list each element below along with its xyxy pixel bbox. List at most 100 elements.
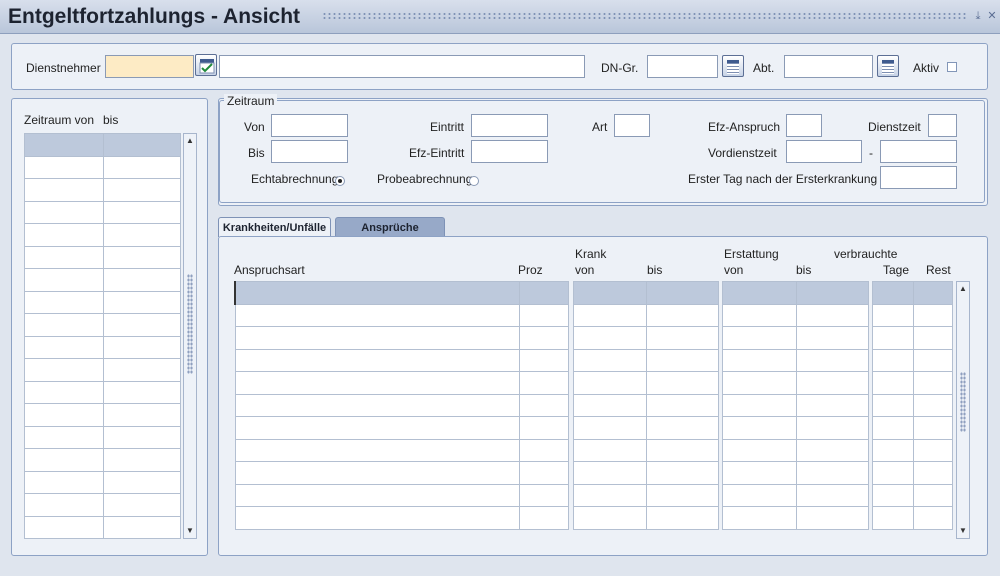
efz-anspruch-input[interactable] bbox=[786, 114, 822, 137]
table-row[interactable] bbox=[722, 393, 869, 417]
table-row[interactable] bbox=[573, 416, 719, 440]
table-row[interactable] bbox=[573, 393, 719, 417]
minimize-icon[interactable]: ⤓ bbox=[972, 10, 984, 22]
vordienstzeit-label: Vordienstzeit bbox=[708, 146, 777, 160]
table-row[interactable] bbox=[234, 348, 569, 372]
efz-eintritt-input[interactable] bbox=[471, 140, 548, 163]
table-row[interactable] bbox=[24, 223, 181, 247]
table-row[interactable] bbox=[573, 371, 719, 395]
table-row[interactable] bbox=[24, 470, 181, 494]
table-row[interactable] bbox=[573, 348, 719, 372]
table-row[interactable] bbox=[722, 303, 869, 327]
active-checkbox[interactable] bbox=[947, 62, 957, 72]
employee-id-input[interactable] bbox=[105, 55, 194, 78]
table-row[interactable] bbox=[24, 133, 181, 157]
table-row[interactable] bbox=[234, 393, 569, 417]
table-row[interactable] bbox=[722, 438, 869, 462]
table-row[interactable] bbox=[722, 483, 869, 507]
table-row[interactable] bbox=[24, 313, 181, 337]
table-row[interactable] bbox=[573, 326, 719, 350]
scroll-up-icon[interactable]: ▲ bbox=[957, 283, 969, 295]
table-row[interactable] bbox=[872, 326, 953, 350]
rest-header: Rest bbox=[926, 263, 951, 277]
table-row[interactable] bbox=[24, 448, 181, 472]
scrollbar-grip[interactable] bbox=[960, 372, 966, 432]
art-input[interactable] bbox=[614, 114, 650, 137]
table-row[interactable] bbox=[24, 403, 181, 427]
echtabrechnung-radio[interactable] bbox=[335, 176, 345, 186]
employee-name-input[interactable] bbox=[219, 55, 585, 78]
table-row[interactable] bbox=[24, 380, 181, 404]
period-legend: Zeitraum bbox=[224, 94, 278, 108]
employee-lookup-button[interactable] bbox=[195, 54, 217, 76]
vordienstzeit-to-input[interactable] bbox=[880, 140, 957, 163]
probeabrechnung-radio[interactable] bbox=[469, 176, 479, 186]
von-input[interactable] bbox=[271, 114, 348, 137]
table-row[interactable] bbox=[234, 416, 569, 440]
table-row[interactable] bbox=[573, 506, 719, 530]
period-list-scrollbar[interactable]: ▲ ▼ bbox=[183, 133, 197, 539]
eintritt-input[interactable] bbox=[471, 114, 548, 137]
table-row[interactable] bbox=[573, 461, 719, 485]
dn-group-input[interactable] bbox=[647, 55, 718, 78]
dn-group-calendar-icon[interactable] bbox=[722, 55, 744, 77]
table-row[interactable] bbox=[234, 281, 569, 305]
table-row[interactable] bbox=[573, 483, 719, 507]
table-row[interactable] bbox=[234, 461, 569, 485]
table-row[interactable] bbox=[24, 178, 181, 202]
table-row[interactable] bbox=[234, 371, 569, 395]
table-row[interactable] bbox=[722, 506, 869, 530]
dept-calendar-icon[interactable] bbox=[877, 55, 899, 77]
table-row[interactable] bbox=[722, 348, 869, 372]
table-row[interactable] bbox=[872, 348, 953, 372]
table-row[interactable] bbox=[872, 506, 953, 530]
scroll-down-icon[interactable]: ▼ bbox=[957, 525, 969, 537]
table-row[interactable] bbox=[872, 281, 953, 305]
table-row[interactable] bbox=[872, 438, 953, 462]
tab-ansprueche[interactable]: Ansprüche bbox=[335, 217, 445, 237]
table-row[interactable] bbox=[872, 483, 953, 507]
table-row[interactable] bbox=[573, 438, 719, 462]
table-row[interactable] bbox=[722, 281, 869, 305]
close-icon[interactable]: ✕ bbox=[986, 10, 998, 22]
table-row[interactable] bbox=[722, 416, 869, 440]
dept-input[interactable] bbox=[784, 55, 873, 78]
bis-label: Bis bbox=[248, 146, 265, 160]
table-row[interactable] bbox=[573, 303, 719, 327]
scroll-down-icon[interactable]: ▼ bbox=[184, 525, 196, 537]
vordienstzeit-from-input[interactable] bbox=[786, 140, 862, 163]
table-row[interactable] bbox=[24, 493, 181, 517]
table-row[interactable] bbox=[234, 438, 569, 462]
dienstzeit-input[interactable] bbox=[928, 114, 957, 137]
scrollbar-grip[interactable] bbox=[187, 274, 193, 374]
table-row[interactable] bbox=[872, 461, 953, 485]
table-row[interactable] bbox=[234, 326, 569, 350]
table-row[interactable] bbox=[234, 506, 569, 530]
table-row[interactable] bbox=[872, 303, 953, 327]
table-row[interactable] bbox=[872, 393, 953, 417]
table-row[interactable] bbox=[722, 326, 869, 350]
table-row[interactable] bbox=[24, 425, 181, 449]
table-row[interactable] bbox=[234, 483, 569, 507]
claims-scrollbar[interactable]: ▲ ▼ bbox=[956, 281, 970, 539]
table-row[interactable] bbox=[24, 358, 181, 382]
table-row[interactable] bbox=[722, 461, 869, 485]
tab-krankheiten[interactable]: Krankheiten/Unfälle bbox=[218, 217, 331, 237]
bis-input[interactable] bbox=[271, 140, 348, 163]
table-row[interactable] bbox=[722, 371, 869, 395]
table-row[interactable] bbox=[872, 416, 953, 440]
efz-anspruch-label: Efz-Anspruch bbox=[708, 120, 781, 134]
table-row[interactable] bbox=[24, 245, 181, 269]
table-row[interactable] bbox=[24, 200, 181, 224]
table-row[interactable] bbox=[24, 290, 181, 314]
scroll-up-icon[interactable]: ▲ bbox=[184, 135, 196, 147]
table-row[interactable] bbox=[24, 268, 181, 292]
table-row[interactable] bbox=[234, 303, 569, 327]
erster-tag-input[interactable] bbox=[880, 166, 957, 189]
table-row[interactable] bbox=[872, 371, 953, 395]
table-row[interactable] bbox=[24, 155, 181, 179]
table-row[interactable] bbox=[24, 335, 181, 359]
table-row[interactable] bbox=[24, 515, 181, 539]
table-row[interactable] bbox=[573, 281, 719, 305]
tage-header: Tage bbox=[883, 263, 910, 277]
